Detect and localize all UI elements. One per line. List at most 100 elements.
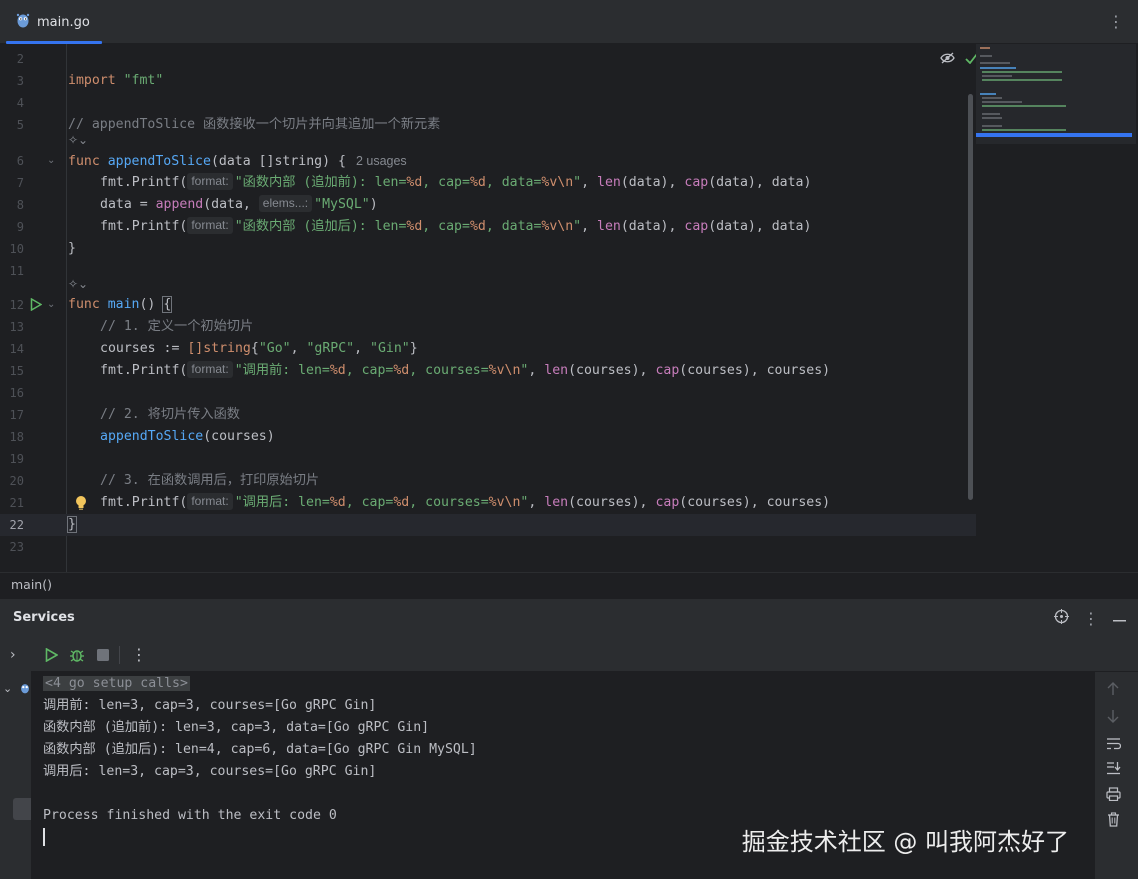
console-caret [43, 828, 45, 846]
console-line: 调用前: len=3, cap=3, courses=[Go gRPC Gin] [43, 698, 377, 713]
code-line: 7 fmt.Printf(format: "函数内部 (追加前): len=%d,… [0, 172, 976, 194]
code-line: 13 // 1. 定义一个初始切片 [0, 316, 976, 338]
code-text: data = append(data, elems...: "MySQL") [100, 195, 378, 212]
param-hint: format: [187, 173, 233, 190]
line-number: 7 [16, 176, 24, 190]
code-comment: // appendToSlice 函数接收一个切片并向其追加一个新元素 [68, 117, 441, 132]
debug-bug-icon[interactable] [69, 647, 85, 667]
code-text: } [68, 241, 76, 256]
minimap-viewport[interactable] [976, 133, 1132, 137]
line-number: 11 [9, 264, 24, 278]
code-text: } [67, 516, 77, 533]
code-text: fmt.Printf(format: "调用后: len=%d, cap=%d, … [100, 493, 831, 510]
console-exit-message: Process finished with the exit code 0 [43, 808, 337, 823]
usages-hint[interactable]: 2 usages [356, 154, 407, 168]
line-number: 21 [9, 496, 24, 510]
fold-chevron-icon[interactable]: ⌄ [47, 150, 55, 172]
param-hint: format: [187, 493, 233, 510]
tab-main-go[interactable]: main.go [6, 6, 102, 44]
toolbar-more-icon[interactable]: ⋮ [131, 645, 147, 664]
code-line: 14 courses := []string{"Go", "gRPC", "Gi… [0, 338, 976, 360]
breadcrumb-item-main[interactable]: main() [11, 577, 52, 592]
line-number: 16 [9, 386, 24, 400]
console-line: 调用后: len=3, cap=3, courses=[Go gRPC Gin] [43, 764, 377, 779]
more-options-icon[interactable]: ⋮ [1083, 609, 1099, 628]
ai-actions-icon[interactable]: ✧⌄ [68, 132, 88, 148]
run-console-output[interactable]: <4 go setup calls> 调用前: len=3, cap=3, co… [31, 672, 1095, 879]
fold-chevron-icon[interactable]: ⌄ [47, 294, 55, 316]
console-line: 函数内部 (追加前): len=3, cap=3, data=[Go gRPC … [43, 720, 430, 735]
code-comment: // 2. 将切片传入函数 [100, 407, 240, 422]
code-line-current: 22 } [0, 514, 976, 536]
trash-icon[interactable] [1107, 812, 1120, 831]
collapse-chevron-icon[interactable]: ⌄ [3, 682, 12, 695]
line-number: 10 [9, 242, 24, 256]
code-line: 16 [0, 382, 976, 404]
services-title: Services [13, 610, 75, 625]
editor-scrollbar[interactable] [968, 94, 973, 500]
line-number: 23 [9, 540, 24, 554]
setup-calls-fold[interactable]: <4 go setup calls> [43, 676, 190, 691]
line-number: 13 [9, 320, 24, 334]
code-text: fmt.Printf(format: "调用前: len=%d, cap=%d, … [100, 361, 831, 378]
code-text: func main() { [68, 296, 173, 313]
expand-chevron-icon[interactable]: › [10, 647, 16, 663]
code-line: 20 // 3. 在函数调用后，打印原始切片 [0, 470, 976, 492]
line-number: 17 [9, 408, 24, 422]
go-gopher-icon [20, 682, 30, 698]
breadcrumb: main() [0, 572, 1138, 598]
run-gutter-icon[interactable] [30, 297, 43, 315]
code-line: 5 // appendToSlice 函数接收一个切片并向其追加一个新元素 [0, 114, 976, 136]
line-number: 18 [9, 430, 24, 444]
code-line: 17 // 2. 将切片传入函数 [0, 404, 976, 426]
toolbar-divider [119, 646, 120, 664]
arrow-up-icon[interactable] [1107, 682, 1119, 700]
code-line: 21 fmt.Printf(format: "调用后: len=%d, cap=%… [0, 492, 976, 514]
line-number: 14 [9, 342, 24, 356]
code-comment: // 1. 定义一个初始切片 [100, 319, 254, 334]
line-number: 20 [9, 474, 24, 488]
line-number: 12 [9, 298, 24, 312]
line-number: 4 [16, 96, 24, 110]
stop-button[interactable] [97, 649, 109, 665]
lightbulb-intention-icon[interactable] [75, 495, 87, 511]
services-tree-strip: › ⌄ [0, 638, 31, 879]
code-text: fmt.Printf(format: "函数内部 (追加前): len=%d, c… [100, 173, 812, 190]
code-minimap[interactable] [976, 44, 1136, 144]
code-line: 6 ⌄ func appendToSlice(data []string) {2… [0, 150, 976, 172]
soft-wrap-icon[interactable] [1106, 737, 1122, 754]
services-header-actions: ⋮ [1054, 609, 1126, 628]
more-tabs-icon[interactable]: ⋮ [1108, 12, 1124, 31]
line-number: 3 [16, 74, 24, 88]
print-icon[interactable] [1106, 787, 1121, 805]
editor-tab-bar: main.go ⋮ [0, 0, 1138, 44]
run-button[interactable] [45, 647, 59, 666]
minimize-icon[interactable] [1113, 611, 1126, 626]
line-number: 9 [16, 220, 24, 234]
code-line: 18 appendToSlice(courses) [0, 426, 976, 448]
code-line: 19 [0, 448, 976, 470]
crosshair-icon[interactable] [1054, 609, 1069, 628]
param-hint: format: [187, 217, 233, 234]
arrow-down-icon[interactable] [1107, 709, 1119, 727]
param-hint: format: [187, 361, 233, 378]
code-line: 9 fmt.Printf(format: "函数内部 (追加后): len=%d,… [0, 216, 976, 238]
console-side-toolbar [1095, 672, 1138, 879]
line-number: 22 [9, 518, 24, 532]
tree-item-selection[interactable] [13, 798, 31, 820]
code-text: import "fmt" [68, 73, 164, 88]
code-editor[interactable]: 2 3 import "fmt" 4 5 // appendToSlice 函数… [0, 44, 1138, 572]
code-comment: // 3. 在函数调用后，打印原始切片 [100, 473, 320, 488]
line-number: 5 [16, 118, 24, 132]
code-line: 23 [0, 536, 976, 558]
code-line: 8 data = append(data, elems...: "MySQL") [0, 194, 976, 216]
watermark-text: 掘金技术社区 @ 叫我阿杰好了 [741, 828, 1069, 856]
console-line: <4 go setup calls> [43, 673, 190, 695]
code-line: 2 [0, 48, 976, 70]
code-text: func appendToSlice(data []string) {2 usa… [68, 154, 407, 169]
code-line: 11 [0, 260, 976, 282]
code-text: appendToSlice(courses) [100, 429, 275, 444]
code-line: 3 import "fmt" [0, 70, 976, 92]
ai-actions-icon[interactable]: ✧⌄ [68, 276, 88, 292]
scroll-to-end-icon[interactable] [1106, 761, 1121, 779]
